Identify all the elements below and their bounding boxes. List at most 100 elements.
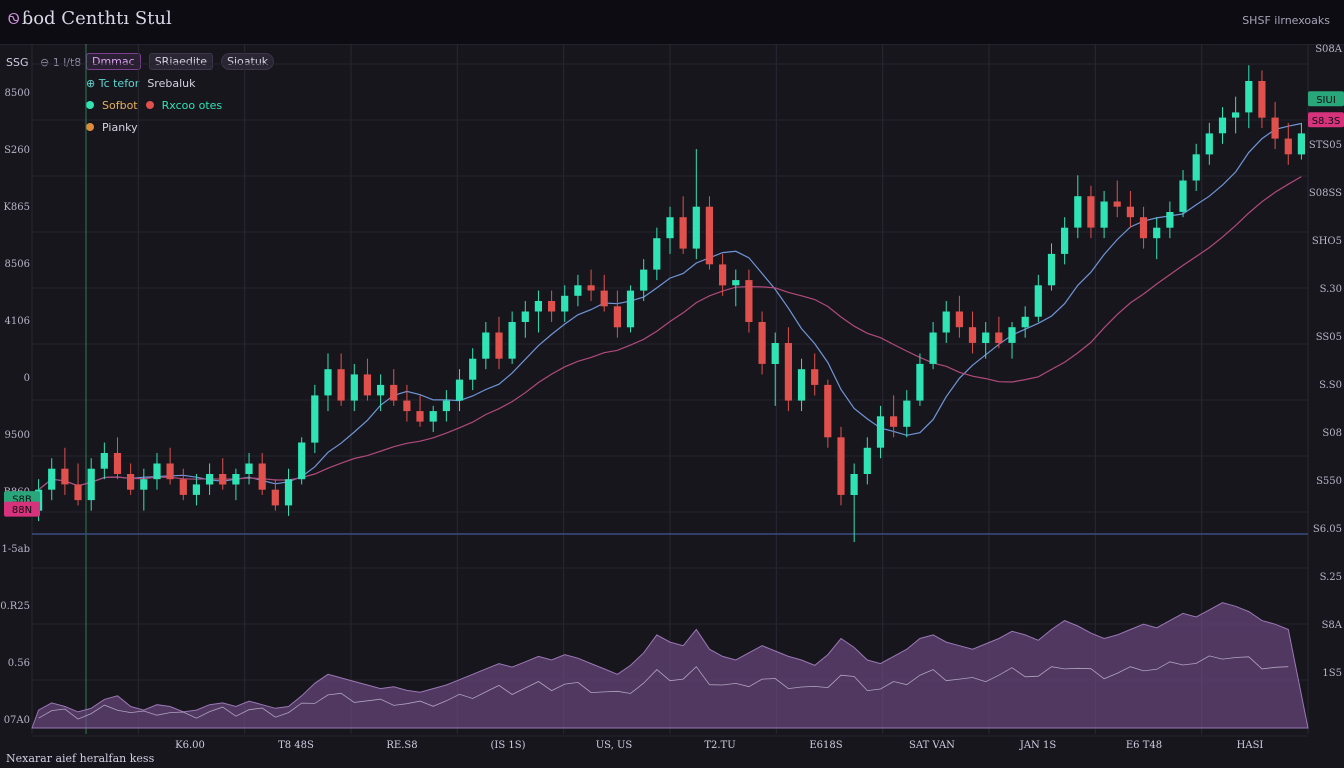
candle (100, 442, 108, 480)
y-tick-label-left: 4106 (5, 316, 30, 327)
candle (1113, 180, 1121, 218)
x-tick-label: T8 48S (278, 740, 314, 751)
candle (166, 447, 174, 485)
candle (811, 353, 819, 396)
y-tick-label-left: 07A0 (4, 715, 30, 726)
candle (140, 468, 148, 511)
candle (548, 290, 556, 322)
candle (745, 269, 753, 333)
x-tick-label: T2.TU (704, 740, 735, 751)
candle-body (429, 411, 437, 422)
price-badge: 88N (4, 501, 40, 517)
candle (1087, 185, 1095, 239)
candle-body (1218, 117, 1227, 134)
top-right-label[interactable]: SHSF ilrnexoaks (1242, 14, 1330, 27)
candle (692, 149, 700, 260)
candle-body (455, 379, 464, 401)
candle-body (1284, 138, 1292, 155)
top-bar: Ꮻɓod Centhtı Stul SHSF ilrnexoaks (0, 0, 1344, 45)
candle-body (903, 400, 911, 427)
candle (850, 463, 858, 543)
candle (600, 274, 608, 312)
candle (206, 463, 214, 495)
x-tick-label: RE.S8 (386, 740, 417, 751)
candle (48, 458, 56, 501)
candle (1166, 201, 1174, 239)
chart-grid (31, 44, 1309, 737)
candle-body (640, 269, 648, 291)
candle-body (232, 474, 240, 485)
candle (1021, 306, 1029, 338)
candle-body (113, 453, 122, 474)
candle (337, 353, 345, 406)
candle-body (284, 479, 293, 506)
candle-body (771, 343, 779, 364)
candle-body (758, 322, 766, 364)
candle-body (1139, 217, 1148, 239)
y-tick-label-right: S6.05 (1313, 524, 1342, 535)
x-tick-label: JAN 1S (1019, 740, 1057, 751)
candle-body (876, 416, 885, 448)
price-badge: S8.3S (1308, 112, 1344, 128)
candle (219, 458, 227, 490)
candle-body (363, 374, 371, 396)
x-tick-label: E6 T48 (1126, 740, 1162, 751)
candle-body (968, 327, 977, 343)
y-tick-label-right: S08SS (1309, 188, 1342, 199)
candle-body (1245, 81, 1253, 113)
candle (653, 227, 661, 281)
candle-body (679, 217, 687, 249)
candle (824, 379, 832, 448)
candle-body (982, 332, 990, 343)
candle (587, 269, 595, 302)
candle-body (548, 301, 556, 312)
candle-body (732, 280, 740, 286)
candle-body (311, 395, 319, 443)
candle-body (258, 463, 266, 490)
candle-body (1126, 206, 1134, 218)
candle-body (377, 384, 385, 396)
candle-body (337, 369, 345, 401)
candle (311, 384, 319, 453)
candle-body (166, 463, 174, 480)
y-tick-label-right: S.25 (1320, 572, 1342, 583)
candle (679, 196, 687, 254)
candle (469, 348, 477, 391)
candle-body (390, 384, 398, 401)
y-tick-label-left: K865 (3, 202, 30, 213)
candle (1218, 107, 1227, 144)
candle-body (87, 468, 95, 501)
candle (771, 332, 779, 406)
candle-body (811, 369, 819, 385)
candlestick-chart[interactable]: 8500S260K8658506410609500B8601-5ab0.R250… (0, 44, 1344, 768)
candle-body (587, 285, 595, 291)
candle-body (74, 484, 82, 501)
y-tick-label-right: S.30 (1320, 284, 1342, 295)
candle (1008, 322, 1016, 359)
candle (87, 458, 95, 511)
candle-body (995, 332, 1003, 343)
candle-body (1192, 154, 1200, 181)
candle-body (692, 206, 700, 249)
y-tick-label-right: STS05 (1309, 140, 1342, 151)
y-tick-label-left: S260 (4, 145, 30, 156)
candle-body (719, 264, 727, 286)
candle-body (495, 332, 503, 359)
candle-body (916, 363, 924, 401)
y-tick-label-right: SS05 (1316, 332, 1342, 343)
candle-body (824, 384, 832, 438)
candle (442, 390, 450, 422)
candle (784, 327, 792, 412)
candle (705, 196, 713, 270)
candle (495, 316, 503, 370)
candle-body (1297, 133, 1305, 155)
price-badges: SIUIS8.3SS8B88N (4, 91, 1344, 517)
candle (719, 253, 727, 296)
candle-body (561, 295, 569, 312)
candle-body (613, 306, 621, 328)
candle-body (1021, 316, 1029, 328)
app-title: Ꮻɓod Centhtı Stul (8, 8, 172, 29)
candle-body (600, 290, 608, 307)
candle-body (666, 217, 674, 239)
candle-body (574, 285, 582, 296)
